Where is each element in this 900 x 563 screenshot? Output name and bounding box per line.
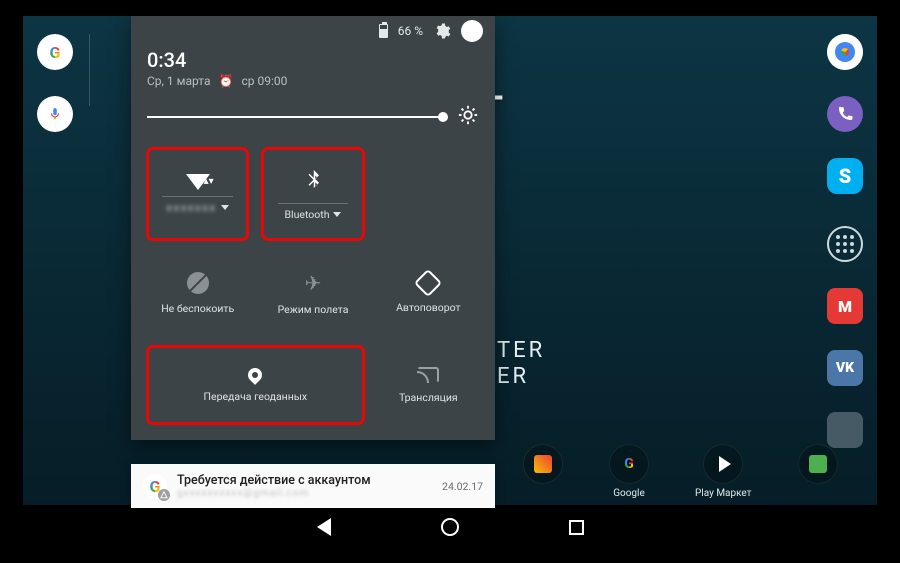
home-folders: G Google Play Маркет: [523, 444, 838, 499]
google-icon: G △: [143, 474, 167, 498]
battery-percent: 66 %: [398, 24, 423, 38]
app-vk[interactable]: VK: [827, 350, 863, 386]
rotate-icon: [414, 268, 442, 296]
panel-time: 0:34: [147, 48, 479, 72]
dnd-label: Не беспокоить: [161, 302, 234, 315]
play-store-label: Play Маркет: [695, 488, 752, 499]
bluetooth-icon: [304, 167, 322, 197]
app-chrome[interactable]: [827, 34, 863, 70]
warning-badge-icon: △: [158, 489, 170, 501]
navigation-bar: [23, 505, 877, 549]
tile-cast[interactable]: Трансляция: [378, 346, 479, 424]
user-avatar[interactable]: [461, 20, 483, 42]
qs-tiles: ▴▾ xxxxxxx Bluetooth: [131, 148, 495, 440]
panel-status-bar: 66 %: [131, 16, 495, 46]
bluetooth-label: Bluetooth: [285, 208, 330, 221]
auto-brightness-icon[interactable]: [457, 104, 479, 130]
notification-title: Требуется действие с аккаунтом: [177, 473, 432, 488]
nav-recents-button[interactable]: [569, 520, 584, 535]
tile-bluetooth[interactable]: Bluetooth: [262, 148, 363, 240]
alarm-icon: ⏰: [219, 74, 234, 88]
app-gmail[interactable]: M: [827, 288, 863, 324]
nav-home-button[interactable]: [441, 518, 459, 536]
tile-wifi[interactable]: ▴▾ xxxxxxx: [147, 148, 248, 240]
dock-divider: [89, 34, 90, 106]
bg-fragment: TERER: [497, 338, 545, 390]
panel-date: Ср, 1 марта: [147, 74, 211, 88]
tile-dnd[interactable]: Не беспокоить: [147, 254, 248, 332]
folder-misc-1[interactable]: [523, 444, 563, 499]
folder-google[interactable]: G Google: [609, 444, 649, 499]
voice-search-icon[interactable]: [37, 96, 73, 132]
tile-airplane[interactable]: ✈ Режим полета: [262, 254, 363, 332]
app-play-store[interactable]: Play Маркет: [695, 444, 752, 499]
wifi-network-label: xxxxxxx: [166, 201, 216, 214]
battery-icon: [379, 24, 388, 38]
dock-left: G: [37, 34, 73, 132]
location-label: Передача геоданных: [204, 390, 308, 403]
chevron-down-icon: [333, 212, 341, 217]
airplane-label: Режим полета: [278, 303, 349, 316]
notification-card[interactable]: G △ Требуется действие с аккаунтом gxxxx…: [131, 464, 495, 508]
cast-icon: [417, 367, 439, 383]
mic-icon: [48, 107, 62, 121]
cast-label: Трансляция: [399, 391, 458, 404]
location-icon: [245, 365, 265, 385]
panel-alarm: ср 09:00: [241, 74, 287, 88]
home-screen: 34 09:00 TERER G S M VK: [23, 16, 877, 549]
wifi-icon: ▴▾: [186, 174, 210, 190]
notification-text: Требуется действие с аккаунтом gxxxxxxxx…: [177, 473, 432, 499]
folder-google-label: Google: [613, 488, 645, 499]
airplane-icon: ✈: [305, 271, 322, 295]
brightness-row: [131, 98, 495, 148]
chevron-down-icon: [221, 205, 229, 210]
quick-settings-panel: 66 % 0:34 Ср, 1 марта ⏰ ср 09:00 ▴▾: [131, 16, 495, 440]
app-drawer-button[interactable]: [827, 226, 863, 262]
brightness-slider[interactable]: [147, 116, 447, 118]
folder-misc-2[interactable]: [798, 444, 838, 499]
nav-back-button[interactable]: [317, 518, 331, 536]
google-search-icon[interactable]: G: [37, 34, 73, 70]
dock-right: S M VK: [827, 34, 863, 448]
app-calculator[interactable]: [827, 412, 863, 448]
tile-location[interactable]: Передача геоданных: [147, 346, 364, 424]
settings-gear-icon[interactable]: [433, 22, 451, 40]
notification-date: 24.02.17: [442, 480, 483, 493]
panel-header: 0:34 Ср, 1 марта ⏰ ср 09:00: [131, 46, 495, 98]
rotate-label: Автоповорот: [396, 301, 460, 314]
grid-icon: [836, 235, 854, 253]
app-viber[interactable]: [827, 96, 863, 132]
notification-account: gxxxxxxxxxx@gmail.com: [177, 488, 432, 499]
app-skype[interactable]: S: [827, 158, 863, 194]
tile-autorotate[interactable]: Автоповорот: [378, 254, 479, 332]
dnd-icon: [187, 272, 209, 294]
phone-icon: [836, 105, 854, 123]
